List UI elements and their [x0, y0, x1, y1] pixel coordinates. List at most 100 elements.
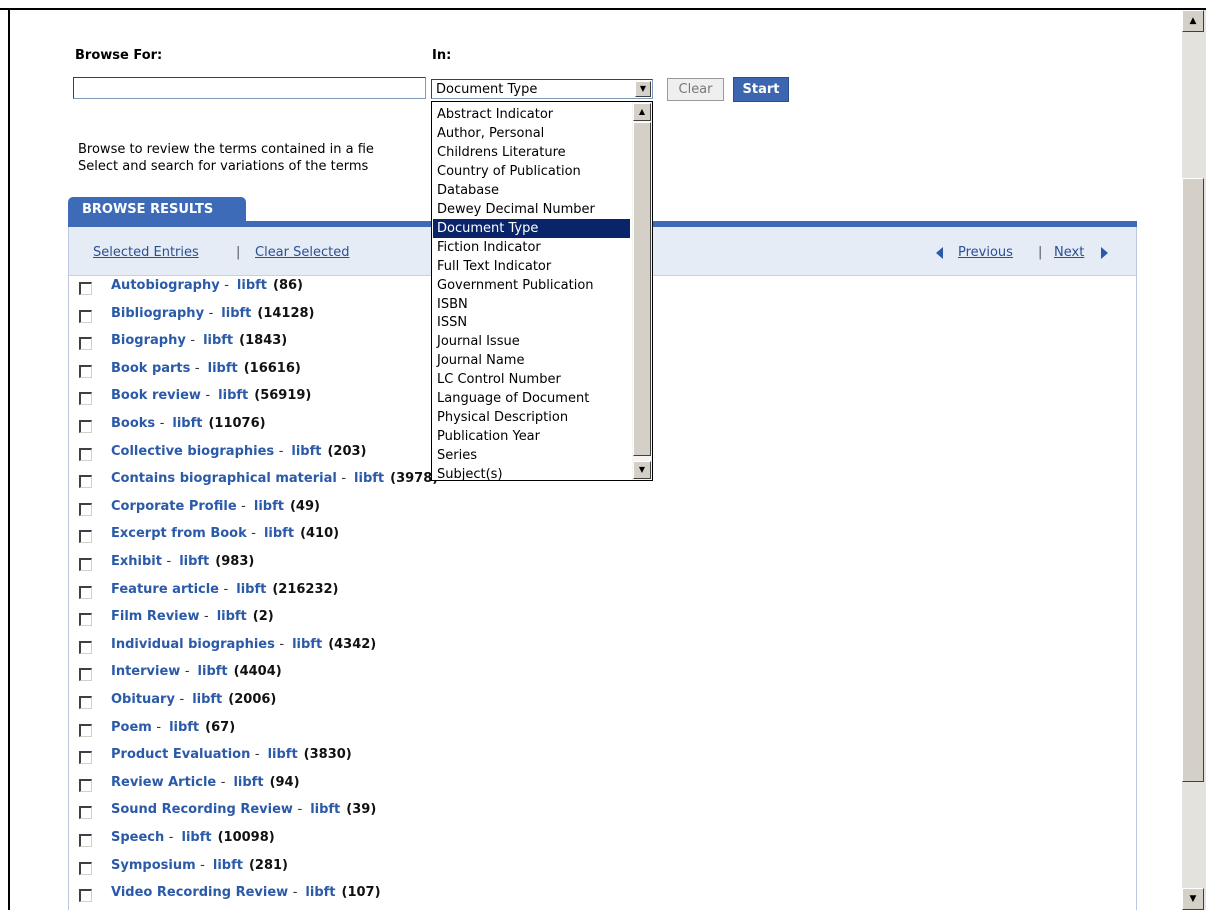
entry-checkbox[interactable] [79, 502, 92, 516]
entry-checkbox[interactable] [79, 530, 92, 544]
source-link[interactable]: libft [218, 388, 248, 403]
dropdown-option[interactable]: Country of Publication [433, 162, 630, 181]
dropdown-option[interactable]: Language of Document [433, 389, 630, 408]
scrollbar-thumb[interactable] [1182, 178, 1204, 782]
dropdown-option[interactable]: Abstract Indicator [433, 105, 630, 124]
term-link[interactable]: Corporate Profile [111, 499, 237, 514]
entry-checkbox[interactable] [79, 723, 92, 737]
dropdown-option[interactable]: Author, Personal [433, 124, 630, 143]
source-link[interactable]: libft [268, 747, 298, 762]
entry-checkbox[interactable] [79, 889, 92, 903]
source-link[interactable]: libft [236, 582, 266, 597]
chevron-down-icon[interactable]: ▼ [635, 81, 651, 97]
source-link[interactable]: libft [198, 664, 228, 679]
page-scrollbar[interactable]: ▲ ▼ [1182, 10, 1206, 910]
term-link[interactable]: Video Recording Review [111, 885, 288, 900]
dropdown-option[interactable]: Childrens Literature [433, 143, 630, 162]
scroll-down-icon[interactable]: ▼ [1182, 888, 1204, 910]
entry-checkbox[interactable] [79, 640, 92, 654]
entry-checkbox[interactable] [79, 475, 92, 489]
entry-checkbox[interactable] [79, 447, 92, 461]
source-link[interactable]: libft [203, 333, 233, 348]
browse-for-input[interactable] [73, 77, 426, 99]
term-link[interactable]: Book review [111, 388, 201, 403]
dropdown-scroll-up-icon[interactable]: ▲ [633, 103, 651, 121]
dropdown-scrollbar[interactable]: ▲ ▼ [632, 102, 652, 480]
field-dropdown-list[interactable]: Abstract Indicator Author, Personal Childr… [431, 101, 653, 481]
dropdown-option[interactable]: ISSN [433, 313, 630, 332]
term-link[interactable]: Sound Recording Review [111, 802, 293, 817]
term-link[interactable]: Poem [111, 720, 152, 735]
source-link[interactable]: libft [192, 692, 222, 707]
source-link[interactable]: libft [305, 885, 335, 900]
source-link[interactable]: libft [208, 361, 238, 376]
source-link[interactable]: libft [237, 278, 267, 293]
term-link[interactable]: Book parts [111, 361, 190, 376]
field-select[interactable]: Document Type ▼ [431, 79, 653, 99]
dropdown-option[interactable]: Subject(s) [433, 465, 630, 480]
entry-checkbox[interactable] [79, 778, 92, 792]
entry-checkbox[interactable] [79, 392, 92, 406]
dropdown-option[interactable]: Series [433, 446, 630, 465]
previous-link[interactable]: Previous [958, 245, 1013, 260]
dropdown-option[interactable]: Fiction Indicator [433, 238, 630, 257]
dropdown-option[interactable]: Journal Name [433, 351, 630, 370]
source-link[interactable]: libft [233, 775, 263, 790]
entry-checkbox[interactable] [79, 613, 92, 627]
source-link[interactable]: libft [292, 637, 322, 652]
entry-checkbox[interactable] [79, 585, 92, 599]
term-link[interactable]: Feature article [111, 582, 219, 597]
source-link[interactable]: libft [221, 306, 251, 321]
term-link[interactable]: Collective biographies [111, 444, 274, 459]
term-link[interactable]: Interview [111, 664, 180, 679]
tab-browse-results[interactable]: BROWSE RESULTS [68, 197, 246, 221]
source-link[interactable]: libft [169, 720, 199, 735]
dropdown-scrollbar-thumb[interactable] [633, 122, 651, 456]
source-link[interactable]: libft [172, 416, 202, 431]
term-link[interactable]: Review Article [111, 775, 216, 790]
dropdown-option[interactable]: Journal Issue [433, 332, 630, 351]
entry-checkbox[interactable] [79, 861, 92, 875]
dropdown-option[interactable]: Publication Year [433, 427, 630, 446]
term-link[interactable]: Autobiography [111, 278, 220, 293]
clear-button[interactable]: Clear [667, 78, 724, 101]
selected-entries-link[interactable]: Selected Entries [93, 245, 199, 260]
source-link[interactable]: libft [354, 471, 384, 486]
term-link[interactable]: Biography [111, 333, 186, 348]
term-link[interactable]: Books [111, 416, 155, 431]
entry-checkbox[interactable] [79, 420, 92, 433]
term-link[interactable]: Symposium [111, 858, 196, 873]
entry-checkbox[interactable] [79, 834, 92, 847]
term-link[interactable]: Excerpt from Book [111, 526, 247, 541]
term-link[interactable]: Contains biographical material [111, 471, 337, 486]
entry-checkbox[interactable] [79, 558, 92, 571]
term-link[interactable]: Obituary [111, 692, 175, 707]
term-link[interactable]: Speech [111, 830, 164, 845]
source-link[interactable]: libft [254, 499, 284, 514]
clear-selected-link[interactable]: Clear Selected [255, 245, 350, 260]
term-link[interactable]: Exhibit [111, 554, 162, 569]
dropdown-option[interactable]: Physical Description [433, 408, 630, 427]
dropdown-option[interactable]: LC Control Number [433, 370, 630, 389]
entry-checkbox[interactable] [79, 668, 92, 682]
triangle-right-icon[interactable] [1101, 247, 1108, 259]
triangle-left-icon[interactable] [936, 247, 943, 259]
source-link[interactable]: libft [264, 526, 294, 541]
next-link[interactable]: Next [1054, 245, 1084, 260]
entry-checkbox[interactable] [79, 806, 92, 820]
term-link[interactable]: Individual biographies [111, 637, 275, 652]
entry-checkbox[interactable] [79, 337, 92, 351]
source-link[interactable]: libft [217, 609, 247, 624]
source-link[interactable]: libft [182, 830, 212, 845]
dropdown-scroll-down-icon[interactable]: ▼ [633, 461, 651, 479]
term-link[interactable]: Bibliography [111, 306, 204, 321]
dropdown-option[interactable]: ISBN [433, 295, 630, 314]
term-link[interactable]: Film Review [111, 609, 199, 624]
dropdown-option[interactable]: Full Text Indicator [433, 257, 630, 276]
dropdown-option[interactable]: Dewey Decimal Number [433, 200, 630, 219]
source-link[interactable]: libft [310, 802, 340, 817]
entry-checkbox[interactable] [79, 696, 92, 709]
entry-checkbox[interactable] [79, 282, 92, 295]
source-link[interactable]: libft [213, 858, 243, 873]
source-link[interactable]: libft [179, 554, 209, 569]
